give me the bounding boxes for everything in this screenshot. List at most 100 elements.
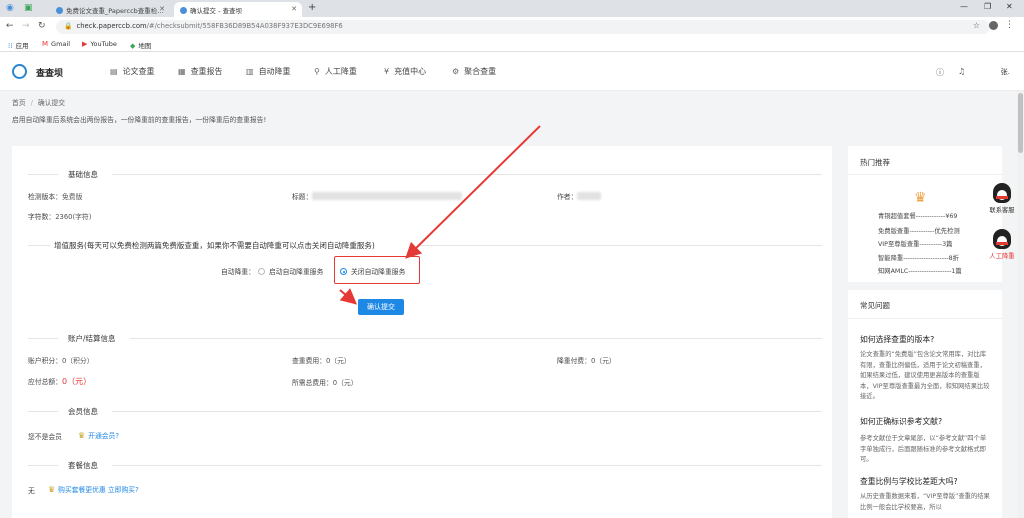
site-logo[interactable]: 查查坝 <box>36 66 63 79</box>
tab-favicon-icon <box>56 7 63 14</box>
hot-recommend-panel: 热门推荐 ♛ 青铜超值套餐-------------¥69 免费版查重-----… <box>848 146 1002 282</box>
apps-grid-icon: ⁞⁞ <box>8 42 13 50</box>
open-membership-link[interactable]: ♛ 开通会员? <box>78 430 119 440</box>
account-info-title: 账户/结算信息 <box>68 334 116 343</box>
bookmarks-bar: ⁞⁞ 应用 M Gmail ▶ YouTube ◆ 地图 <box>0 37 1024 52</box>
buy-package-link[interactable]: ♛ 购买套餐更优惠 立即购买? <box>48 484 139 494</box>
member-info-title: 会员信息 <box>68 407 98 416</box>
promo-item[interactable]: VIP至尊版查重----------3篇 <box>878 239 952 248</box>
promo-item[interactable]: 青铜超值套餐-------------¥69 <box>878 211 957 220</box>
submit-form-panel <box>12 146 832 518</box>
user-menu[interactable]: 张. <box>1001 67 1010 77</box>
page-scrollbar[interactable] <box>1017 91 1024 518</box>
faq-panel: 常见问题 如何选择查重的版本? 论文查重的“免费版”包含论文常用库，对比库有限，… <box>848 290 1002 518</box>
radio-enable-auto-reduce[interactable]: 启动自动降重服务 <box>258 266 323 276</box>
version-field: 检测版本：免费版 <box>28 193 83 201</box>
author-field: 作者： <box>557 191 602 201</box>
promo-item[interactable]: 智能降重--------------------8折 <box>878 253 959 262</box>
person-icon: ⚲ <box>314 67 320 76</box>
auto-reduce-label: 自动降重： <box>221 268 255 276</box>
breadcrumb-current: 确认提交 <box>37 99 66 107</box>
faq-answer: 参考文献位于文章尾部，以“参考文献”四个单字单独成行，后面跟随标准的参考文献格式… <box>860 435 987 463</box>
forward-icon[interactable]: → <box>22 21 30 31</box>
hot-recommend-title: 热门推荐 <box>860 158 890 167</box>
member-status: 您不是会员 <box>28 433 62 441</box>
profile-icon[interactable] <box>989 21 998 30</box>
new-tab-icon[interactable]: + <box>308 2 316 13</box>
crown-icon: ♛ <box>914 190 927 206</box>
title-field: 标题： <box>292 191 463 201</box>
gmail-icon: M <box>42 40 49 48</box>
promo-item[interactable]: 知网AMLC-------------------1篇 <box>878 266 962 275</box>
browser-tabbar: ◉ ▣ 免费论文查重_Paperccb查重检... ✕ 确认提交 - 查查坝 ✕… <box>0 0 1024 17</box>
faq-question[interactable]: 查重比例与学校比差距大吗? <box>860 476 958 487</box>
notice-text: 启用自动降重后系统会出两份报告，一份降重前的查重报告，一份降重后的查重报告! <box>12 116 267 124</box>
addon-service-title: 增值服务(每天可以免费检测两篇免费版查重，如果你不需要自动降重可以点击关闭自动降… <box>54 241 375 250</box>
nav-auto-reduce[interactable]: ▥ 自动降重 <box>246 66 291 77</box>
chrome-icon[interactable]: ◉ <box>6 3 14 13</box>
help-icon[interactable]: ⓘ <box>936 67 944 78</box>
browser-toolbar: ← → ↻ 🔒 check.paperccb.com/#/checksubmit/… <box>0 17 1024 37</box>
bell-icon[interactable]: ♫ <box>958 67 965 76</box>
address-bar[interactable]: 🔒 check.paperccb.com/#/checksubmit/558FB3… <box>56 20 990 34</box>
bookmark-gmail[interactable]: M Gmail <box>42 40 70 48</box>
amount-due-field: 应付总额：0（元） <box>28 377 92 386</box>
manual-reduce-badge[interactable]: 人工降重 <box>984 229 1020 260</box>
reload-icon[interactable]: ↻ <box>38 21 46 31</box>
nav-manual-reduce[interactable]: ⚲ 人工降重 <box>314 66 357 77</box>
confirm-submit-button[interactable]: 确认提交 <box>358 299 404 315</box>
total-fee-field: 所需总费用：0（元） <box>292 379 358 387</box>
tab-close-icon[interactable]: ✕ <box>291 5 297 13</box>
faq-question[interactable]: 如何正确标识参考文献? <box>860 416 942 427</box>
bookmark-youtube[interactable]: ▶ YouTube <box>82 40 117 48</box>
breadcrumb: 首页 / 确认提交 <box>12 99 66 107</box>
faq-answer: 论文查重的“免费版”包含论文常用库，对比库有限，查重比例偏低，适用于论文初稿查重… <box>860 351 990 400</box>
report-icon: ▦ <box>178 67 186 76</box>
money-icon: ¥ <box>384 67 390 76</box>
faq-title: 常见问题 <box>860 301 890 310</box>
maximize-icon[interactable]: ❐ <box>984 2 991 11</box>
tab-close-icon[interactable]: ✕ <box>159 5 165 13</box>
qq-penguin-icon <box>993 183 1011 203</box>
nav-paper-check[interactable]: ▤ 论文查重 <box>110 66 155 77</box>
scrollbar-thumb[interactable] <box>1018 93 1023 153</box>
vip-crown-icon: ♛ <box>78 431 86 440</box>
bookmark-maps[interactable]: ◆ 地图 <box>130 40 151 50</box>
reduce-fee-field: 降重付费：0（元） <box>557 357 616 365</box>
gear-icon: ⚙ <box>452 67 460 76</box>
package-info-title: 套餐信息 <box>68 461 98 470</box>
tab-confirm-submit[interactable]: 确认提交 - 查查坝 ✕ <box>174 2 302 17</box>
tab-favicon-icon <box>180 7 187 14</box>
bookmark-apps[interactable]: ⁞⁞ 应用 <box>8 40 28 50</box>
nav-aggregate-check[interactable]: ⚙ 聚合查重 <box>452 66 496 77</box>
word-count-field: 字符数：2360(字符) <box>28 213 92 221</box>
bookmark-star-icon[interactable]: ☆ <box>973 21 980 30</box>
logo-icon[interactable] <box>12 64 27 79</box>
nav-recharge[interactable]: ¥ 充值中心 <box>384 66 426 77</box>
extension-icon[interactable]: ▣ <box>24 3 33 13</box>
check-fee-field: 查重费用：0（元） <box>292 357 351 365</box>
chart-icon: ▥ <box>246 67 254 76</box>
youtube-icon: ▶ <box>82 40 88 48</box>
qq-penguin-icon <box>993 229 1011 249</box>
document-icon: ▤ <box>110 67 118 76</box>
minimize-icon[interactable]: — <box>960 2 968 11</box>
browser-menu-icon[interactable]: ⋮ <box>1005 20 1014 30</box>
window-close-icon[interactable]: ✕ <box>1006 2 1013 11</box>
points-field: 账户积分：0（积分） <box>28 357 94 365</box>
faq-answer: 从历史查重数据来看，“VIP至尊版”查重的结果比例一般会比学校要高，所以 <box>860 493 990 511</box>
contact-service-badge[interactable]: 联系客服 <box>984 183 1020 214</box>
breadcrumb-home[interactable]: 首页 <box>12 99 26 107</box>
promo-item[interactable]: 免费版查重-----------优先检测 <box>878 226 960 235</box>
basic-info-title: 基础信息 <box>68 170 98 179</box>
lock-icon: 🔒 <box>64 22 73 30</box>
radio-icon[interactable] <box>258 268 265 275</box>
package-status: 无 <box>28 487 35 495</box>
site-header: 查查坝 ▤ 论文查重 ▦ 查重报告 ▥ 自动降重 ⚲ 人工降重 ¥ 充值中心 ⚙ 聚合查重 … <box>0 52 1024 91</box>
faq-question[interactable]: 如何选择查重的版本? <box>860 334 934 345</box>
nav-check-report[interactable]: ▦ 查重报告 <box>178 66 223 77</box>
back-icon[interactable]: ← <box>6 21 14 31</box>
maps-icon: ◆ <box>130 42 136 50</box>
vip-crown-icon: ♛ <box>48 485 56 494</box>
tab-paperccb[interactable]: 免费论文查重_Paperccb查重检... ✕ <box>50 2 170 17</box>
